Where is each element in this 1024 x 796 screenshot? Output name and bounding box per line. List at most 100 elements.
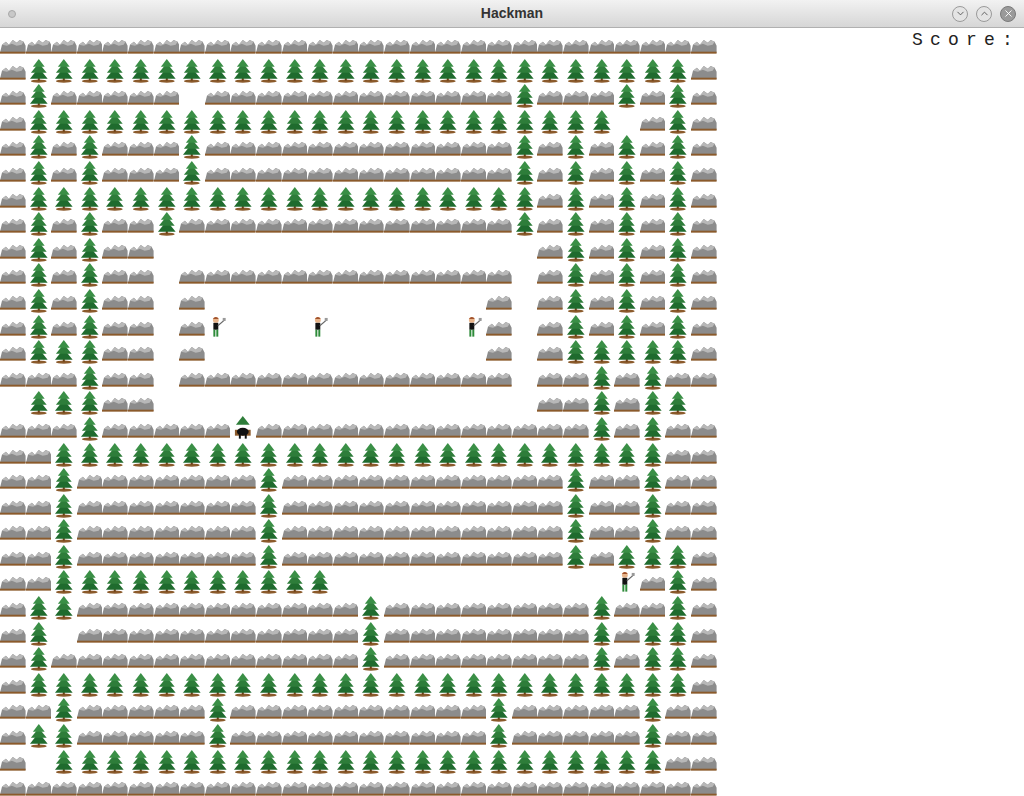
empty-tile xyxy=(384,237,410,263)
maximize-button[interactable] xyxy=(976,6,992,22)
rock-tile xyxy=(128,416,154,442)
tree-tile xyxy=(179,160,205,186)
rock-tile xyxy=(77,544,103,570)
empty-tile xyxy=(410,390,436,416)
rock-tile xyxy=(154,83,180,109)
tree-tile xyxy=(589,58,615,84)
rock-tile xyxy=(665,32,691,58)
tree-tile xyxy=(512,442,538,468)
rock-tile xyxy=(307,365,333,391)
game-area: Score: xyxy=(0,28,1024,796)
empty-tile xyxy=(486,569,512,595)
rock-tile xyxy=(102,774,128,796)
tree-tile xyxy=(256,544,282,570)
hackman xyxy=(230,416,256,442)
rock-tile xyxy=(537,416,563,442)
rock-tile xyxy=(333,723,359,749)
rock-tile xyxy=(102,339,128,365)
rock-tile xyxy=(691,723,717,749)
rock-tile xyxy=(537,211,563,237)
rock-tile xyxy=(589,723,615,749)
tree-tile xyxy=(665,544,691,570)
empty-tile xyxy=(51,621,77,647)
rock-tile xyxy=(435,518,461,544)
empty-tile xyxy=(384,288,410,314)
rock-tile xyxy=(307,518,333,544)
rock-tile xyxy=(691,749,717,775)
tree-tile xyxy=(205,723,231,749)
rock-tile xyxy=(26,365,52,391)
tree-tile xyxy=(77,186,103,212)
tree-tile xyxy=(51,186,77,212)
tree-tile xyxy=(205,749,231,775)
rock-tile xyxy=(358,518,384,544)
tree-tile xyxy=(179,109,205,135)
rock-tile xyxy=(486,493,512,519)
tree-tile xyxy=(563,442,589,468)
rock-tile xyxy=(128,262,154,288)
tree-tile xyxy=(333,186,359,212)
empty-tile xyxy=(230,390,256,416)
window-menu-dot[interactable] xyxy=(8,10,16,18)
tree-tile xyxy=(51,58,77,84)
tree-tile xyxy=(26,390,52,416)
rock-tile xyxy=(410,83,436,109)
tree-tile xyxy=(333,672,359,698)
rock-tile xyxy=(537,262,563,288)
rock-tile xyxy=(230,160,256,186)
rock-tile xyxy=(589,288,615,314)
empty-tile xyxy=(435,390,461,416)
tree-tile xyxy=(537,442,563,468)
rock-tile xyxy=(665,442,691,468)
minimize-button[interactable] xyxy=(952,6,968,22)
rock-tile xyxy=(461,160,487,186)
tree-tile xyxy=(128,569,154,595)
rock-tile xyxy=(537,467,563,493)
tree-tile xyxy=(26,288,52,314)
rock-tile xyxy=(333,697,359,723)
rock-tile xyxy=(128,390,154,416)
tree-tile xyxy=(614,160,640,186)
tree-tile xyxy=(486,109,512,135)
rock-tile xyxy=(640,595,666,621)
tree-tile xyxy=(179,749,205,775)
rock-tile xyxy=(614,493,640,519)
tree-tile xyxy=(26,262,52,288)
rock-tile xyxy=(691,339,717,365)
tree-tile xyxy=(665,288,691,314)
rock-tile xyxy=(51,365,77,391)
rock-tile xyxy=(461,697,487,723)
rock-tile xyxy=(691,288,717,314)
tree-tile xyxy=(154,186,180,212)
tree-tile xyxy=(384,672,410,698)
close-button[interactable] xyxy=(1000,6,1016,22)
empty-tile xyxy=(410,314,436,340)
rock-tile xyxy=(0,262,26,288)
tree-tile xyxy=(640,390,666,416)
tree-tile xyxy=(51,697,77,723)
rock-tile xyxy=(410,595,436,621)
rock-tile xyxy=(333,160,359,186)
rock-tile xyxy=(333,83,359,109)
rock-tile xyxy=(410,544,436,570)
rock-tile xyxy=(179,697,205,723)
rock-tile xyxy=(563,32,589,58)
rock-tile xyxy=(537,390,563,416)
tree-tile xyxy=(51,544,77,570)
empty-tile xyxy=(461,569,487,595)
tree-tile xyxy=(26,109,52,135)
empty-tile xyxy=(154,365,180,391)
tree-tile xyxy=(154,109,180,135)
tree-tile xyxy=(256,569,282,595)
rock-tile xyxy=(410,518,436,544)
empty-tile xyxy=(384,314,410,340)
rock-tile xyxy=(282,493,308,519)
tree-tile xyxy=(230,749,256,775)
tree-tile xyxy=(435,442,461,468)
tree-tile xyxy=(486,186,512,212)
rock-tile xyxy=(410,467,436,493)
rock-tile xyxy=(461,32,487,58)
rock-tile xyxy=(512,595,538,621)
rock-tile xyxy=(102,723,128,749)
rock-tile xyxy=(230,774,256,796)
